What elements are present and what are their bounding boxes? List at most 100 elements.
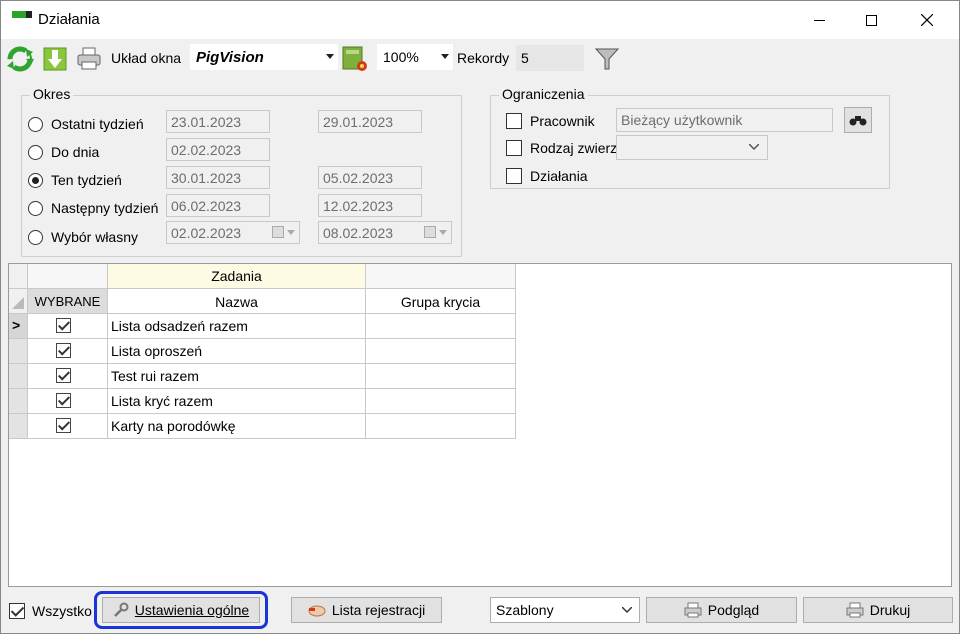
refresh-icon[interactable]: [6, 45, 34, 73]
printer-icon[interactable]: [75, 45, 103, 73]
table-row-name[interactable]: Lista odsadzeń razem: [108, 314, 366, 339]
wszystko-label: Wszystko: [32, 603, 92, 619]
row-checkbox[interactable]: [56, 418, 71, 433]
title-bar: Działania: [1, 1, 959, 39]
dzialania-label: Działania: [530, 168, 588, 184]
table-row-group[interactable]: [366, 314, 516, 339]
calendar-dropdown-icon[interactable]: [424, 226, 448, 240]
table-row-group[interactable]: [366, 389, 516, 414]
radio-nastepny-tydzien[interactable]: Następny tydzień: [28, 198, 158, 218]
minimize-icon: [813, 19, 825, 21]
row-checkbox-cell[interactable]: [28, 339, 108, 364]
highlight-frame: [94, 591, 268, 629]
ograniczenia-title: Ograniczenia: [499, 86, 588, 102]
date-to-field: 12.02.2023: [318, 194, 422, 217]
printer-icon: [846, 602, 864, 618]
date-from-field: 06.02.2023: [166, 194, 270, 217]
maximize-button[interactable]: [848, 1, 894, 39]
rekordy-field: 5: [516, 45, 584, 71]
row-checkbox[interactable]: [56, 318, 71, 333]
column-header-wybrane[interactable]: WYBRANE: [28, 289, 108, 314]
current-row-marker[interactable]: >: [9, 314, 28, 339]
row-checkbox[interactable]: [56, 368, 71, 383]
table-row-name[interactable]: Test rui razem: [108, 364, 366, 389]
date-from-field: 02.02.2023: [166, 138, 270, 161]
rekordy-label: Rekordy: [457, 50, 510, 66]
radio-label: Ten tydzień: [51, 172, 122, 188]
app-icon: [12, 11, 32, 18]
radio-ostatni-tydzien[interactable]: Ostatni tydzień: [28, 114, 144, 134]
zadania-grid: Zadania WYBRANE Nazwa Grupa krycia > Lis…: [8, 263, 952, 587]
grid-header-blank: [366, 264, 516, 289]
szablony-value: Szablony: [496, 602, 554, 618]
row-indicator[interactable]: [9, 339, 28, 364]
date-from-field: 30.01.2023: [166, 166, 270, 189]
toolbar: Układ okna PigVision 100% Rekordy: [1, 39, 959, 79]
row-checkbox-cell[interactable]: [28, 414, 108, 439]
radio-button[interactable]: [28, 144, 43, 160]
row-indicator[interactable]: [9, 364, 28, 389]
calendar-dropdown-icon[interactable]: [272, 226, 296, 240]
layout-settings-icon[interactable]: [341, 45, 369, 73]
minimize-button[interactable]: [796, 1, 842, 39]
row-checkbox[interactable]: [56, 393, 71, 408]
radio-do-dnia[interactable]: Do dnia: [28, 142, 99, 162]
download-icon[interactable]: [41, 45, 69, 73]
date-from-picker[interactable]: 02.02.2023: [166, 221, 300, 244]
rekordy-value: 5: [521, 50, 529, 66]
wszystko-checkbox[interactable]: [9, 603, 25, 619]
date-to-field: 05.02.2023: [318, 166, 422, 189]
dzialania-checkbox[interactable]: [506, 168, 522, 184]
row-checkbox[interactable]: [56, 343, 71, 358]
binoculars-icon: [849, 116, 867, 126]
filter-icon[interactable]: [593, 45, 621, 73]
table-row-name[interactable]: Lista oproszeń: [108, 339, 366, 364]
chevron-down-icon: [326, 54, 334, 59]
table-row-name[interactable]: Karty na porodówkę: [108, 414, 366, 439]
radio-ten-tydzien[interactable]: Ten tydzień: [28, 170, 122, 190]
pracownik-checkbox[interactable]: [506, 113, 522, 129]
radio-label: Do dnia: [51, 144, 100, 160]
radio-label: Ostatni tydzień: [51, 116, 144, 132]
rodzaj-zwierzat-checkbox[interactable]: [506, 140, 522, 156]
rodzaj-zwierzat-label: Rodzaj zwierząt: [530, 140, 618, 156]
column-header-grupa-krycia[interactable]: Grupa krycia: [366, 289, 516, 314]
date-from-value: 02.02.2023: [171, 225, 242, 241]
uklad-okna-value: PigVision: [196, 49, 264, 66]
radio-button[interactable]: [28, 172, 43, 188]
uklad-okna-label: Układ okna: [111, 50, 182, 66]
radio-button[interactable]: [28, 200, 43, 216]
table-row-group[interactable]: [366, 364, 516, 389]
table-row-group[interactable]: [366, 339, 516, 364]
rodzaj-zwierzat-combo[interactable]: [616, 135, 768, 160]
lista-rejestracji-label: Lista rejestracji: [331, 602, 426, 618]
date-to-picker[interactable]: 08.02.2023: [318, 221, 452, 244]
row-checkbox-cell[interactable]: [28, 364, 108, 389]
drukuj-button[interactable]: Drukuj: [803, 597, 953, 623]
grid-header-zadania: Zadania: [108, 264, 366, 289]
print-preview-icon: [684, 602, 702, 618]
uklad-okna-combo[interactable]: PigVision: [190, 44, 338, 70]
hand-icon: [308, 605, 326, 617]
podglad-label: Podgląd: [707, 602, 760, 618]
row-checkbox-cell[interactable]: [28, 314, 108, 339]
pracownik-select-button[interactable]: [844, 107, 872, 133]
row-checkbox-cell[interactable]: [28, 389, 108, 414]
table-row-name[interactable]: Lista kryć razem: [108, 389, 366, 414]
radio-button[interactable]: [28, 116, 43, 132]
szablony-combo[interactable]: Szablony: [490, 597, 640, 623]
grid-select-all[interactable]: [9, 289, 28, 314]
zoom-value: 100%: [383, 49, 419, 65]
row-indicator[interactable]: [9, 414, 28, 439]
radio-label: Następny tydzień: [51, 200, 159, 216]
row-indicator[interactable]: [9, 389, 28, 414]
zoom-combo[interactable]: 100%: [377, 44, 453, 70]
column-header-nazwa[interactable]: Nazwa: [108, 289, 366, 314]
podglad-button[interactable]: Podgląd: [646, 597, 797, 623]
close-button[interactable]: [904, 1, 950, 39]
table-row-group[interactable]: [366, 414, 516, 439]
radio-button[interactable]: [28, 229, 43, 245]
radio-wybor-wlasny[interactable]: Wybór własny: [28, 227, 138, 247]
pracownik-field: Bieżący użytkownik: [616, 108, 833, 132]
lista-rejestracji-button[interactable]: Lista rejestracji: [291, 597, 442, 623]
